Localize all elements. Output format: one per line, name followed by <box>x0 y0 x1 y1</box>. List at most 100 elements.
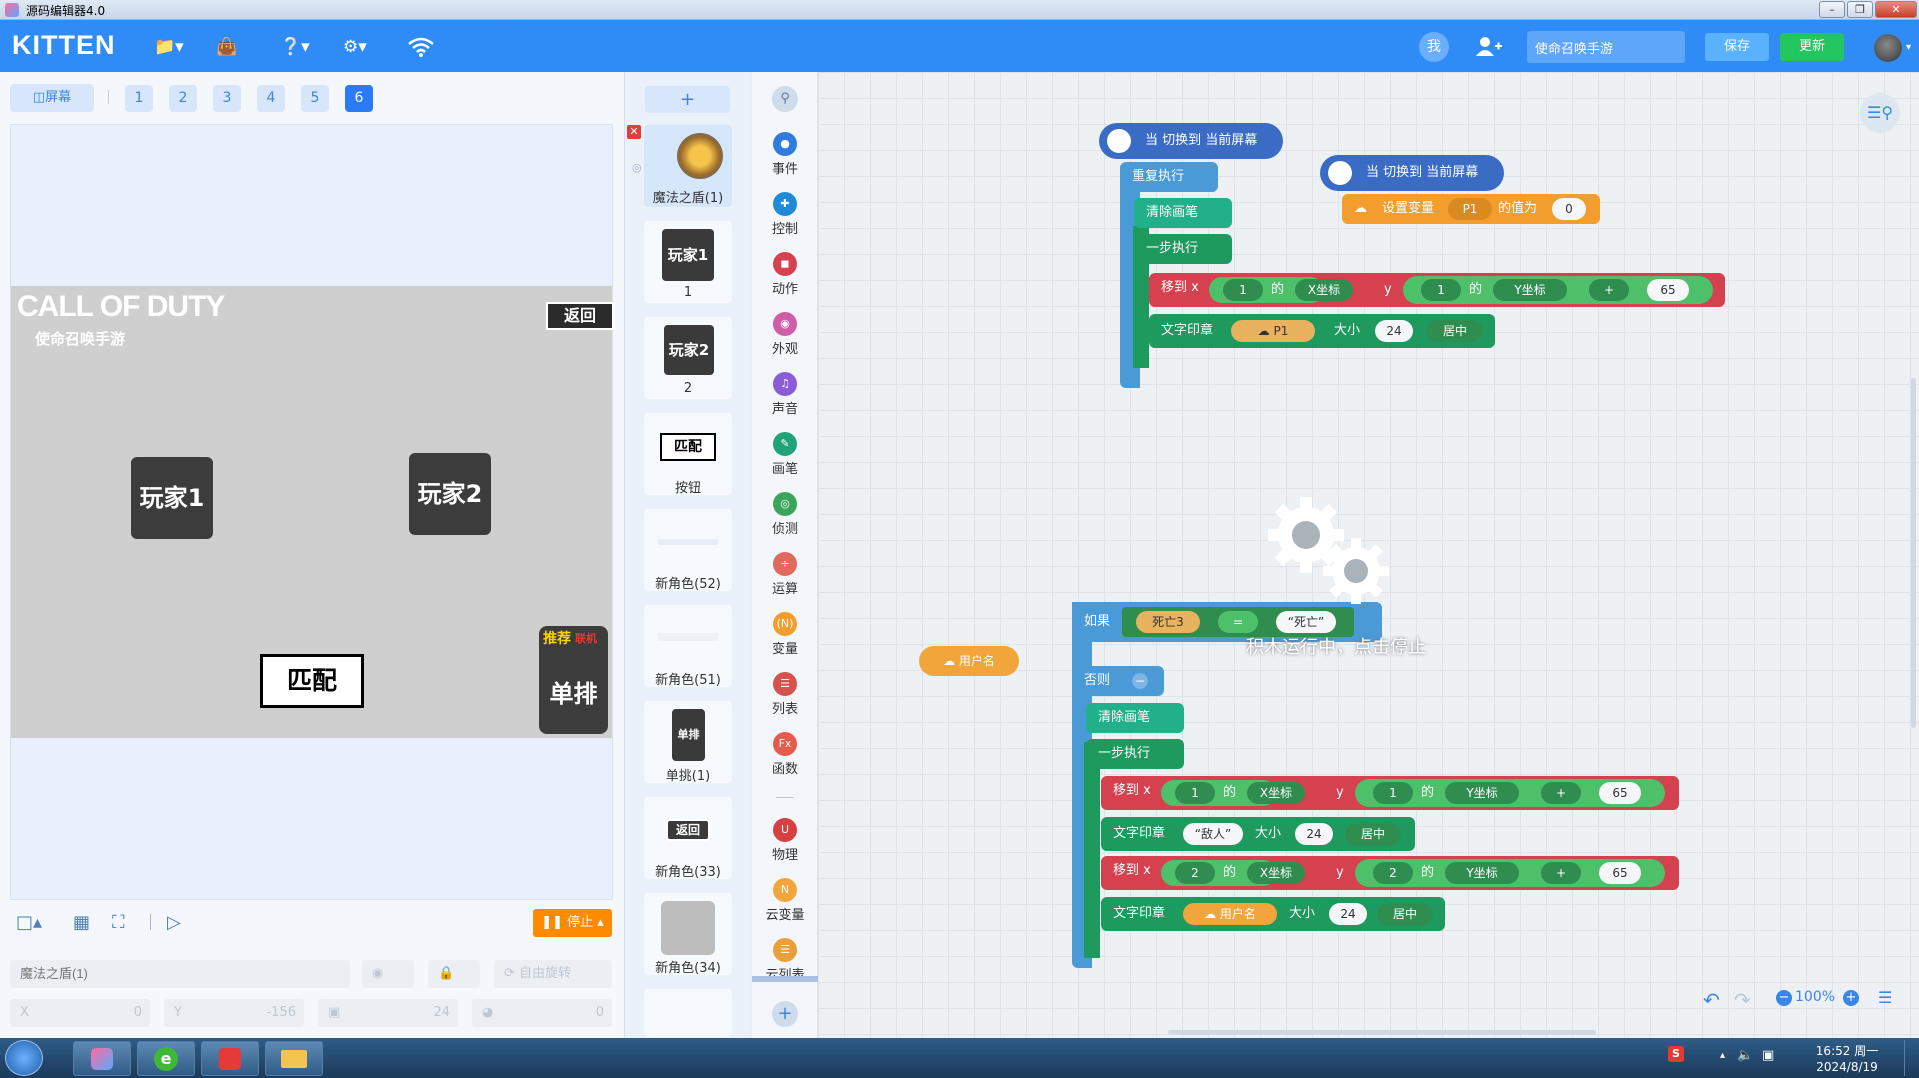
when-screen-switch-hat[interactable]: 当 切换到 当前屏幕 <box>1099 123 1283 159</box>
property-dropdown[interactable]: X坐标 <box>1247 782 1305 804</box>
move-to-block[interactable]: 移到 x 1 的 X坐标 y 1 的 Y坐标 + 65 <box>1101 776 1679 810</box>
page-tab-1[interactable]: 1 <box>125 85 153 112</box>
category-variables[interactable]: (N) 变量 <box>752 612 818 660</box>
align-blocks-icon[interactable]: ☰ <box>1878 988 1892 1007</box>
add-sprite-button[interactable]: + <box>645 86 730 113</box>
page-tab-6[interactable]: 6 <box>345 85 373 112</box>
category-cloud-variables[interactable]: N 云变量 <box>752 878 818 926</box>
property-dropdown[interactable]: Y坐标 <box>1493 279 1567 301</box>
taskbar-app-explorer[interactable] <box>265 1041 323 1076</box>
number-input[interactable]: 65 <box>1599 862 1641 884</box>
direction-field[interactable]: ◕ 0 <box>472 999 612 1027</box>
settings-gear-icon[interactable]: ⚙▾ <box>343 36 367 58</box>
taskbar-app-browser[interactable]: e <box>137 1041 195 1076</box>
sprite-dropdown[interactable]: 1 <box>1421 279 1461 301</box>
category-functions[interactable]: Fx 函数 <box>752 732 818 780</box>
avatar-chevron-down-icon[interactable]: ▾ <box>1906 42 1911 53</box>
category-looks[interactable]: ◉ 外观 <box>752 312 818 360</box>
sprite-card[interactable]: 新角色(34) <box>644 893 732 976</box>
clear-pen-block[interactable]: 清除画笔 <box>1086 703 1184 733</box>
save-button[interactable]: 保存 <box>1705 33 1769 61</box>
page-tab-2[interactable]: 2 <box>169 85 197 112</box>
value-input[interactable]: 0 <box>1552 198 1586 220</box>
username-reporter[interactable]: ☁ 用户名 <box>1183 903 1277 925</box>
sprite-dropdown[interactable]: 2 <box>1175 862 1215 884</box>
property-dropdown[interactable]: Y坐标 <box>1445 782 1519 804</box>
visibility-eye-icon[interactable]: ◉ <box>362 960 414 988</box>
player2-sprite[interactable]: 玩家2 <box>409 453 491 535</box>
solo-sprite[interactable]: 推荐 联机 单排 <box>539 626 608 734</box>
back-sprite[interactable]: 返回 <box>546 302 614 330</box>
category-motion[interactable]: ◼ 动作 <box>752 252 818 300</box>
username-reporter[interactable]: ☁ 用户名 <box>919 646 1019 676</box>
show-desktop-button[interactable] <box>1904 1040 1918 1076</box>
sprite-dropdown[interactable]: 1 <box>1175 782 1215 804</box>
undo-icon[interactable]: ↶ <box>1703 988 1720 1012</box>
number-input[interactable]: 65 <box>1647 279 1689 301</box>
y-field[interactable]: Y -156 <box>164 999 304 1027</box>
start-button[interactable] <box>5 1040 43 1076</box>
sprite-card[interactable]: 玩家1 1 <box>644 221 732 303</box>
help-menu-icon[interactable]: ❔▾ <box>280 36 310 58</box>
size-field[interactable]: ▣ 24 <box>318 999 458 1027</box>
maximize-button[interactable]: ❐ <box>1847 1 1873 18</box>
running-gears-icon[interactable] <box>1264 495 1404 605</box>
taskbar-app-video[interactable] <box>201 1041 259 1076</box>
string-input[interactable]: “敌人” <box>1183 823 1243 845</box>
category-lists[interactable]: ☰ 列表 <box>752 672 818 720</box>
category-sound[interactable]: ♫ 声音 <box>752 372 818 420</box>
operator-dropdown[interactable]: + <box>1541 782 1581 804</box>
text-stamp-block[interactable]: 文字印章 “敌人” 大小 24 居中 <box>1101 817 1415 851</box>
variable-dropdown[interactable]: P1 <box>1448 198 1492 220</box>
set-variable-block[interactable]: ☁ 设置变量 P1 的值为 0 <box>1342 194 1600 224</box>
sprite-card[interactable]: 匹配 按钮 <box>644 413 732 496</box>
align-dropdown[interactable]: 居中 <box>1345 823 1401 845</box>
sogou-input-icon[interactable]: S <box>1668 1046 1684 1062</box>
clear-pen-block[interactable]: 清除画笔 <box>1134 198 1232 228</box>
move-to-block[interactable]: 移到 x 2 的 X坐标 y 2 的 Y坐标 + 65 <box>1101 856 1679 890</box>
close-button[interactable]: ✕ <box>1875 1 1917 18</box>
operator-dropdown[interactable]: + <box>1589 279 1629 301</box>
page-tab-3[interactable]: 3 <box>213 85 241 112</box>
backpack-icon[interactable]: 👜 <box>216 36 237 58</box>
category-sensing[interactable]: ◎ 侦测 <box>752 492 818 540</box>
sprite-dropdown[interactable]: 1 <box>1223 279 1263 301</box>
taskbar-clock[interactable]: 16:52 周一 2024/8/19 <box>1807 1043 1887 1075</box>
stage-size-icon[interactable]: □▴ <box>16 912 42 933</box>
sprite-card[interactable]: 单排 单挑(1) <box>644 701 732 784</box>
taskbar-app-kitten[interactable] <box>73 1041 131 1076</box>
else-branch[interactable]: 否则 − <box>1072 666 1164 696</box>
file-menu-icon[interactable]: 📁▾ <box>154 36 184 58</box>
add-extension-button[interactable]: + <box>772 1001 798 1027</box>
workspace-vertical-scrollbar[interactable] <box>1911 378 1916 728</box>
operator-dropdown[interactable]: + <box>1541 862 1581 884</box>
text-stamp-block[interactable]: 文字印章 ☁ 用户名 大小 24 居中 <box>1101 897 1445 931</box>
number-input[interactable]: 65 <box>1599 782 1641 804</box>
size-input[interactable]: 24 <box>1295 823 1333 845</box>
property-dropdown[interactable]: Y坐标 <box>1445 862 1519 884</box>
sprite-card[interactable]: 返回 新角色(33) <box>644 797 732 880</box>
add-collaborator-icon[interactable] <box>1475 34 1503 56</box>
sprite-name-input[interactable] <box>10 960 350 988</box>
my-account-button[interactable]: 我 <box>1419 32 1449 62</box>
match-button-sprite[interactable]: 匹配 <box>260 654 364 708</box>
block-search-icon[interactable]: ☰⚲ <box>1860 93 1900 133</box>
variable-reporter[interactable]: ☁ P1 <box>1231 320 1315 342</box>
player1-sprite[interactable]: 玩家1 <box>131 457 213 539</box>
page-tab-5[interactable]: 5 <box>301 85 329 112</box>
move-to-block[interactable]: 移到 x 1 的 X坐标 y 1 的 Y坐标 + 65 <box>1149 273 1725 307</box>
sprite-card[interactable]: 玩家2 2 <box>644 317 732 399</box>
stage-canvas[interactable]: CALL OF DUTY 使命召唤手游 返回 玩家1 玩家2 匹配 推荐 联机 … <box>11 286 614 738</box>
project-name-input[interactable] <box>1527 31 1685 63</box>
workspace-horizontal-scrollbar[interactable] <box>1168 1030 1596 1035</box>
sprite-card[interactable]: 新角色(52) <box>644 509 732 592</box>
category-cloud-lists[interactable]: ☰ 云列表 <box>752 938 818 978</box>
update-button[interactable]: 更新 <box>1780 33 1844 61</box>
network-icon[interactable]: ▣ <box>1762 1048 1774 1063</box>
delete-sprite-icon[interactable]: ✕ <box>627 125 641 139</box>
step-execute-block[interactable]: 一步执行 <box>1134 234 1232 264</box>
grid-icon[interactable]: ▦ <box>73 912 90 933</box>
category-physics[interactable]: U 物理 <box>752 818 818 866</box>
text-stamp-block[interactable]: 文字印章 ☁ P1 大小 24 居中 <box>1149 314 1495 348</box>
align-dropdown[interactable]: 居中 <box>1377 903 1433 925</box>
